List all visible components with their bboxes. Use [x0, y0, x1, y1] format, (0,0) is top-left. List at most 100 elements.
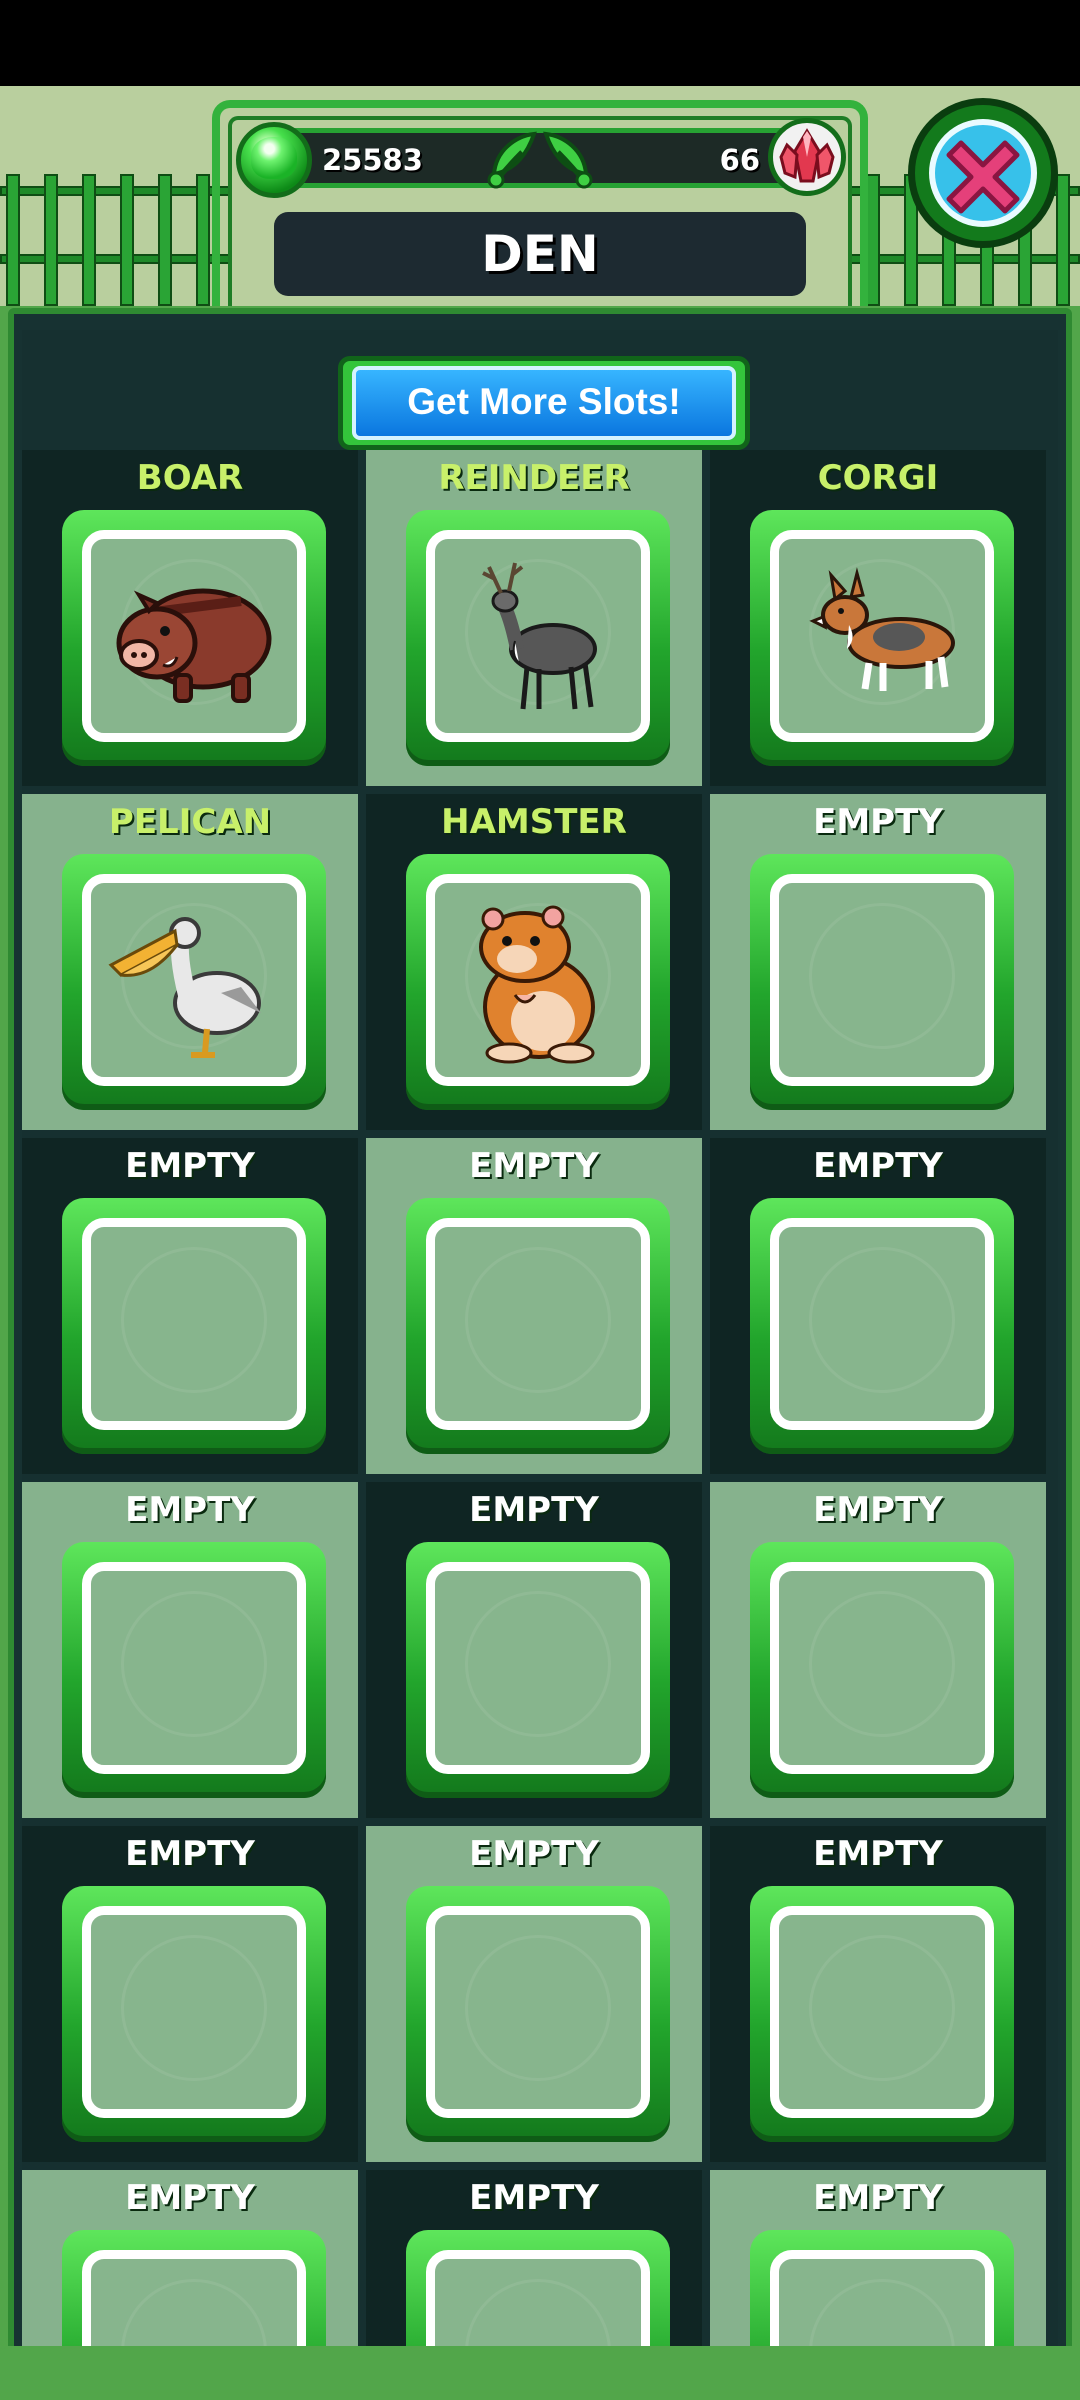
slot-window	[82, 2250, 306, 2348]
close-button[interactable]	[908, 98, 1058, 248]
slot-emblem	[809, 1247, 955, 1393]
slot-window	[82, 1218, 306, 1430]
slot-name: EMPTY	[125, 1490, 255, 1530]
footer-bar	[0, 2346, 1080, 2400]
page-title: DEN	[481, 225, 599, 283]
slot-name: PELICAN	[108, 802, 272, 842]
slot-window	[770, 874, 994, 1086]
den-slot-empty[interactable]: EMPTY	[710, 2170, 1046, 2348]
fence-left	[0, 174, 232, 306]
slot-window	[82, 1562, 306, 1774]
gem-count: 25583	[322, 143, 423, 177]
den-slot-boar[interactable]: BOAR	[22, 450, 358, 786]
slot-window	[770, 2250, 994, 2348]
slot-window	[426, 530, 650, 742]
leaf-icon	[543, 131, 593, 189]
slot-frame	[750, 2230, 1014, 2348]
slot-name: EMPTY	[813, 1834, 943, 1874]
slot-emblem	[809, 1935, 955, 2081]
den-slot-empty[interactable]: EMPTY	[710, 1138, 1046, 1474]
slot-window	[426, 874, 650, 1086]
slot-frame	[750, 510, 1014, 766]
slot-window	[770, 1218, 994, 1430]
get-more-slots-button[interactable]: Get More Slots!	[352, 366, 736, 440]
corgi-icon	[809, 567, 955, 691]
boar-icon	[116, 588, 272, 703]
crystal-count: 66	[719, 143, 760, 177]
slot-window	[426, 1562, 650, 1774]
slot-window	[82, 1906, 306, 2118]
slot-emblem	[465, 1935, 611, 2081]
slot-emblem	[809, 1591, 955, 1737]
slot-frame	[62, 2230, 326, 2348]
slot-emblem	[465, 2279, 611, 2348]
slot-name: EMPTY	[125, 1834, 255, 1874]
den-slot-empty[interactable]: EMPTY	[366, 1826, 702, 2162]
slot-frame	[750, 854, 1014, 1110]
slot-window	[770, 530, 994, 742]
den-slot-empty[interactable]: EMPTY	[22, 1138, 358, 1474]
status-bar	[0, 0, 1080, 86]
slot-emblem	[121, 2279, 267, 2348]
slot-frame	[406, 1886, 670, 2142]
slot-window	[426, 1906, 650, 2118]
slot-emblem	[809, 903, 955, 1049]
den-slot-pelican[interactable]: PELICAN	[22, 794, 358, 1130]
slot-frame	[406, 854, 670, 1110]
leaf-icon	[487, 131, 537, 189]
slot-name: EMPTY	[469, 1146, 599, 1186]
close-x-icon	[946, 140, 1020, 214]
slot-emblem	[121, 1935, 267, 2081]
slot-window	[770, 1906, 994, 2118]
slot-frame	[62, 854, 326, 1110]
slot-frame	[62, 1542, 326, 1798]
slot-window	[770, 1562, 994, 1774]
den-slot-empty[interactable]: EMPTY	[22, 2170, 358, 2348]
slot-name: EMPTY	[813, 1146, 943, 1186]
slot-emblem	[121, 1247, 267, 1393]
slot-frame	[62, 1886, 326, 2142]
den-slot-reindeer[interactable]: REINDEER	[366, 450, 702, 786]
slot-frame	[750, 1542, 1014, 1798]
den-slot-corgi[interactable]: CORGI	[710, 450, 1046, 786]
slot-name: REINDEER	[438, 458, 630, 498]
den-slot-empty[interactable]: EMPTY	[710, 794, 1046, 1130]
slot-window	[82, 874, 306, 1086]
slot-frame	[750, 1198, 1014, 1454]
slot-emblem	[809, 2279, 955, 2348]
den-slot-empty[interactable]: EMPTY	[366, 2170, 702, 2348]
den-slot-empty[interactable]: EMPTY	[366, 1138, 702, 1474]
slot-name: EMPTY	[125, 1146, 255, 1186]
den-slot-empty[interactable]: EMPTY	[710, 1482, 1046, 1818]
slot-name: EMPTY	[469, 2178, 599, 2218]
slot-frame	[406, 1198, 670, 1454]
slot-window	[82, 530, 306, 742]
den-slot-empty[interactable]: EMPTY	[22, 1826, 358, 2162]
slot-name: BOAR	[136, 458, 244, 498]
slot-emblem	[465, 1247, 611, 1393]
slot-grid: BOAR REINDEER CORGI PELICAN HAMSTER EMPTY EMPT…	[22, 330, 1058, 2348]
den-slot-empty[interactable]: EMPTY	[366, 1482, 702, 1818]
slot-frame	[750, 1886, 1014, 2142]
den-slot-empty[interactable]: EMPTY	[22, 1482, 358, 1818]
green-gem-icon	[236, 122, 312, 198]
slot-emblem	[465, 1591, 611, 1737]
slot-frame	[406, 2230, 670, 2348]
slot-name: EMPTY	[813, 802, 943, 842]
slot-emblem	[121, 1591, 267, 1737]
den-slot-hamster[interactable]: HAMSTER	[366, 794, 702, 1130]
den-slot-empty[interactable]: EMPTY	[710, 1826, 1046, 2162]
red-crystal-icon	[768, 118, 846, 196]
slot-name: EMPTY	[469, 1834, 599, 1874]
reindeer-icon	[482, 562, 597, 710]
pelican-icon	[108, 917, 261, 1058]
slot-name: EMPTY	[813, 1490, 943, 1530]
hamster-icon	[479, 905, 595, 1064]
slot-name: CORGI	[817, 458, 939, 498]
slot-window	[426, 1218, 650, 1430]
slot-window	[426, 2250, 650, 2348]
slot-name: EMPTY	[469, 1490, 599, 1530]
slot-frame	[406, 510, 670, 766]
slot-frame	[406, 1542, 670, 1798]
slot-name: EMPTY	[813, 2178, 943, 2218]
